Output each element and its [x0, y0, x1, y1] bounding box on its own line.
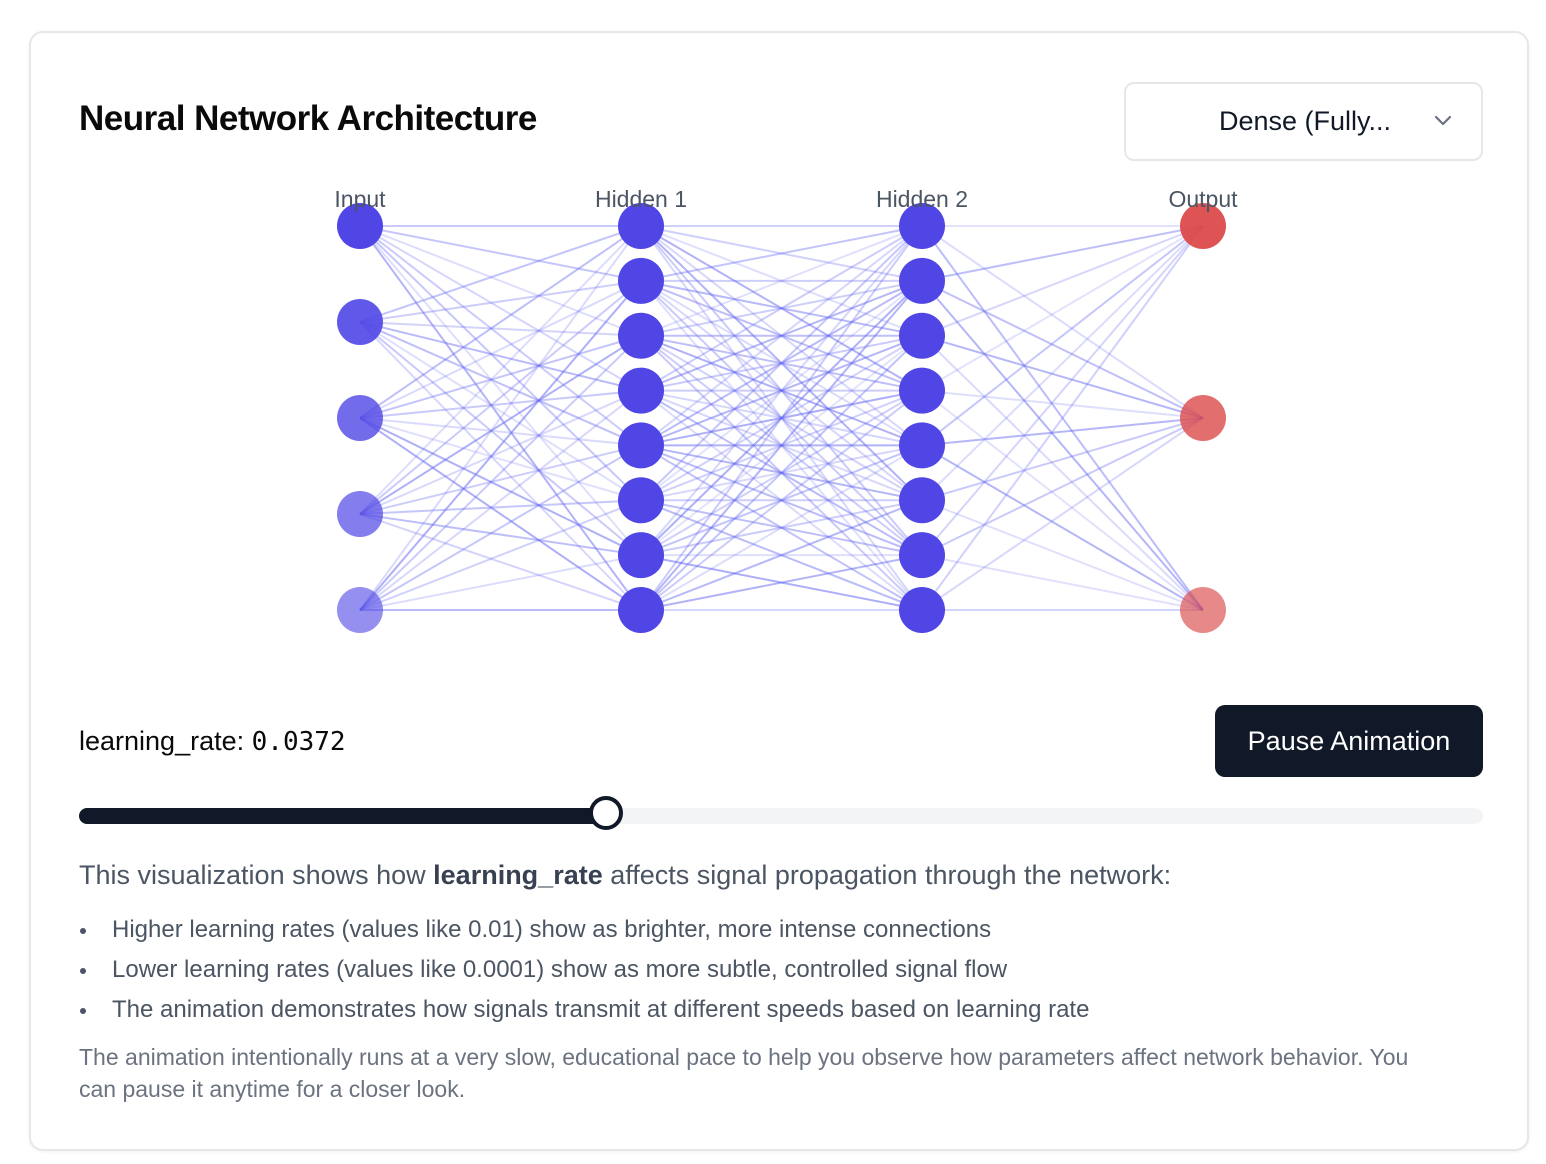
- list-item: Higher learning rates (values like 0.01)…: [79, 913, 1089, 953]
- connection-line: [921, 444, 1204, 611]
- connection-line: [359, 225, 642, 337]
- layer-labels: Input Hidden 1 Hidden 2 Output: [334, 186, 1238, 212]
- list-item: The animation demonstrates how signals t…: [79, 993, 1089, 1033]
- connection-line: [921, 417, 1204, 557]
- connection-line: [921, 389, 1204, 611]
- neuron-node: [899, 532, 945, 579]
- neuron-node: [337, 587, 383, 633]
- layer-label: Input: [334, 186, 386, 212]
- neuron-node: [337, 491, 383, 537]
- connection-line: [921, 389, 1204, 419]
- intro-text-post: affects signal propagation through the n…: [602, 860, 1172, 890]
- neuron-node: [618, 312, 664, 359]
- connection-line: [921, 225, 1204, 447]
- description-intro: This visualization shows how learning_ra…: [79, 860, 1171, 891]
- connection-line: [921, 280, 1204, 611]
- list-item: Lower learning rates (values like 0.0001…: [79, 953, 1089, 993]
- neuron-node: [899, 422, 945, 469]
- connection-line: [921, 279, 1204, 419]
- learning-rate-readout: learning_rate: 0.0372: [79, 726, 346, 757]
- learning-rate-name: learning_rate:: [79, 726, 245, 756]
- description-list: Higher learning rates (values like 0.01)…: [79, 913, 1089, 1033]
- layer-label: Output: [1168, 186, 1238, 212]
- network-card: Neural Network Architecture Dense (Fully…: [29, 31, 1529, 1151]
- neuron-node: [1180, 587, 1226, 633]
- slider-fill: [79, 808, 606, 824]
- neuron-node: [899, 257, 945, 304]
- connection-line: [359, 554, 642, 611]
- connection-line: [921, 499, 1204, 611]
- neuron-node: [618, 422, 664, 469]
- connection-line: [921, 554, 1204, 611]
- network-diagram: Input Hidden 1 Hidden 2 Output: [334, 186, 1238, 633]
- neuron-node: [337, 299, 383, 345]
- neuron-node: [618, 587, 664, 633]
- connections: [359, 225, 1204, 611]
- neuron-node: [899, 367, 945, 414]
- intro-text-pre: This visualization shows how: [79, 860, 434, 890]
- connection-line: [921, 225, 1204, 392]
- connection-line: [359, 499, 642, 611]
- connection-line: [359, 417, 642, 447]
- connection-line: [921, 225, 1204, 337]
- connection-line: [359, 389, 642, 419]
- connection-line: [921, 417, 1204, 447]
- layer-label: Hidden 2: [876, 186, 968, 212]
- learning-rate-value: 0.0372: [251, 727, 346, 757]
- neuron-node: [618, 532, 664, 579]
- neuron-node: [618, 477, 664, 524]
- connection-line: [359, 389, 642, 515]
- description-note: The animation intentionally runs at a ve…: [79, 1044, 1409, 1102]
- connection-line: [359, 280, 642, 611]
- intro-text-bold: learning_rate: [433, 860, 603, 890]
- connection-line: [921, 225, 1204, 556]
- neuron-node: [1180, 395, 1226, 441]
- neuron-node: [618, 367, 664, 414]
- pause-animation-button[interactable]: Pause Animation: [1215, 705, 1483, 777]
- connection-line: [359, 321, 642, 447]
- slider-thumb[interactable]: [588, 796, 623, 830]
- neuron-node: [899, 477, 945, 524]
- neuron-node: [899, 587, 945, 633]
- connection-line: [359, 225, 642, 447]
- neuron-node: [337, 395, 383, 441]
- learning-rate-slider[interactable]: [79, 796, 1483, 830]
- connection-line: [359, 225, 642, 556]
- connection-line: [359, 225, 642, 282]
- connection-line: [359, 389, 642, 611]
- connection-line: [921, 225, 1204, 282]
- layer-label: Hidden 1: [595, 186, 687, 212]
- neuron-node: [618, 257, 664, 304]
- neuron-node: [899, 312, 945, 359]
